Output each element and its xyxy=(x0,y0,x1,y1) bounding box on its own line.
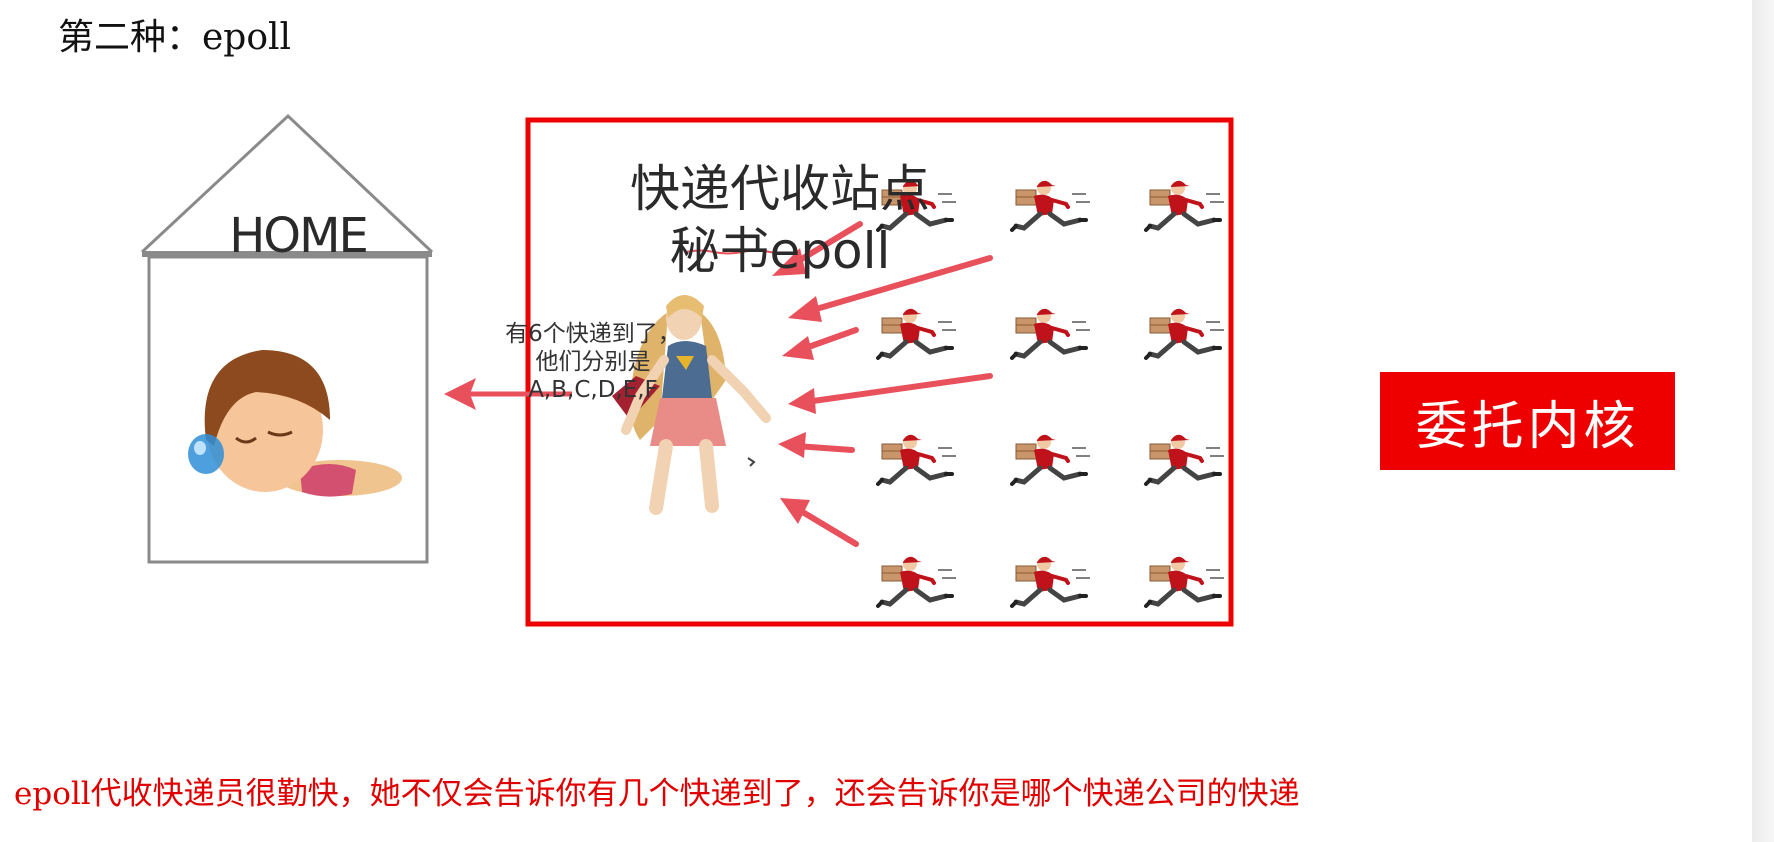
delegate-kernel-badge: 委托内核 xyxy=(1380,372,1675,470)
station-title-line2: 秘书epoll xyxy=(669,222,891,280)
running-courier-icon xyxy=(1146,557,1224,606)
delivery-arrow-4-head xyxy=(788,388,816,414)
home-house xyxy=(140,113,434,564)
running-courier-icon xyxy=(1146,309,1224,358)
bottom-caption: epoll代收快递员很勤快，她不仅会告诉你有几个快递到了，还会告诉你是哪个快递公… xyxy=(14,776,1300,812)
delivery-arrow-2-head xyxy=(788,296,822,322)
running-courier-icon xyxy=(1012,181,1090,230)
delivery-arrow-5-head xyxy=(778,432,806,458)
notification-line3: A,B,C,D,E,F xyxy=(528,377,658,403)
notification-line1: 有6个快递到了， xyxy=(505,321,681,347)
home-label: HOME xyxy=(229,208,369,264)
running-courier-icon xyxy=(1012,435,1090,484)
station-title-line1: 快递代收站点 xyxy=(630,160,930,218)
running-courier-icon xyxy=(1012,557,1090,606)
notification-line2: 他们分别是 xyxy=(535,349,651,375)
running-courier-icon xyxy=(1146,181,1224,230)
notification-text: 有6个快递到了， 他们分别是 A,B,C,D,E,F xyxy=(478,320,708,404)
running-courier-icon xyxy=(878,309,956,358)
running-courier-icon xyxy=(878,557,956,606)
running-courier-icon xyxy=(1012,309,1090,358)
running-courier-icon xyxy=(878,435,956,484)
delivery-arrow-6 xyxy=(793,505,859,547)
station-title: 快递代收站点 秘书epoll xyxy=(600,158,960,282)
running-courier-icon xyxy=(1146,435,1224,484)
delivery-arrow-3-head xyxy=(782,336,814,360)
delivery-arrow-4 xyxy=(803,373,993,405)
